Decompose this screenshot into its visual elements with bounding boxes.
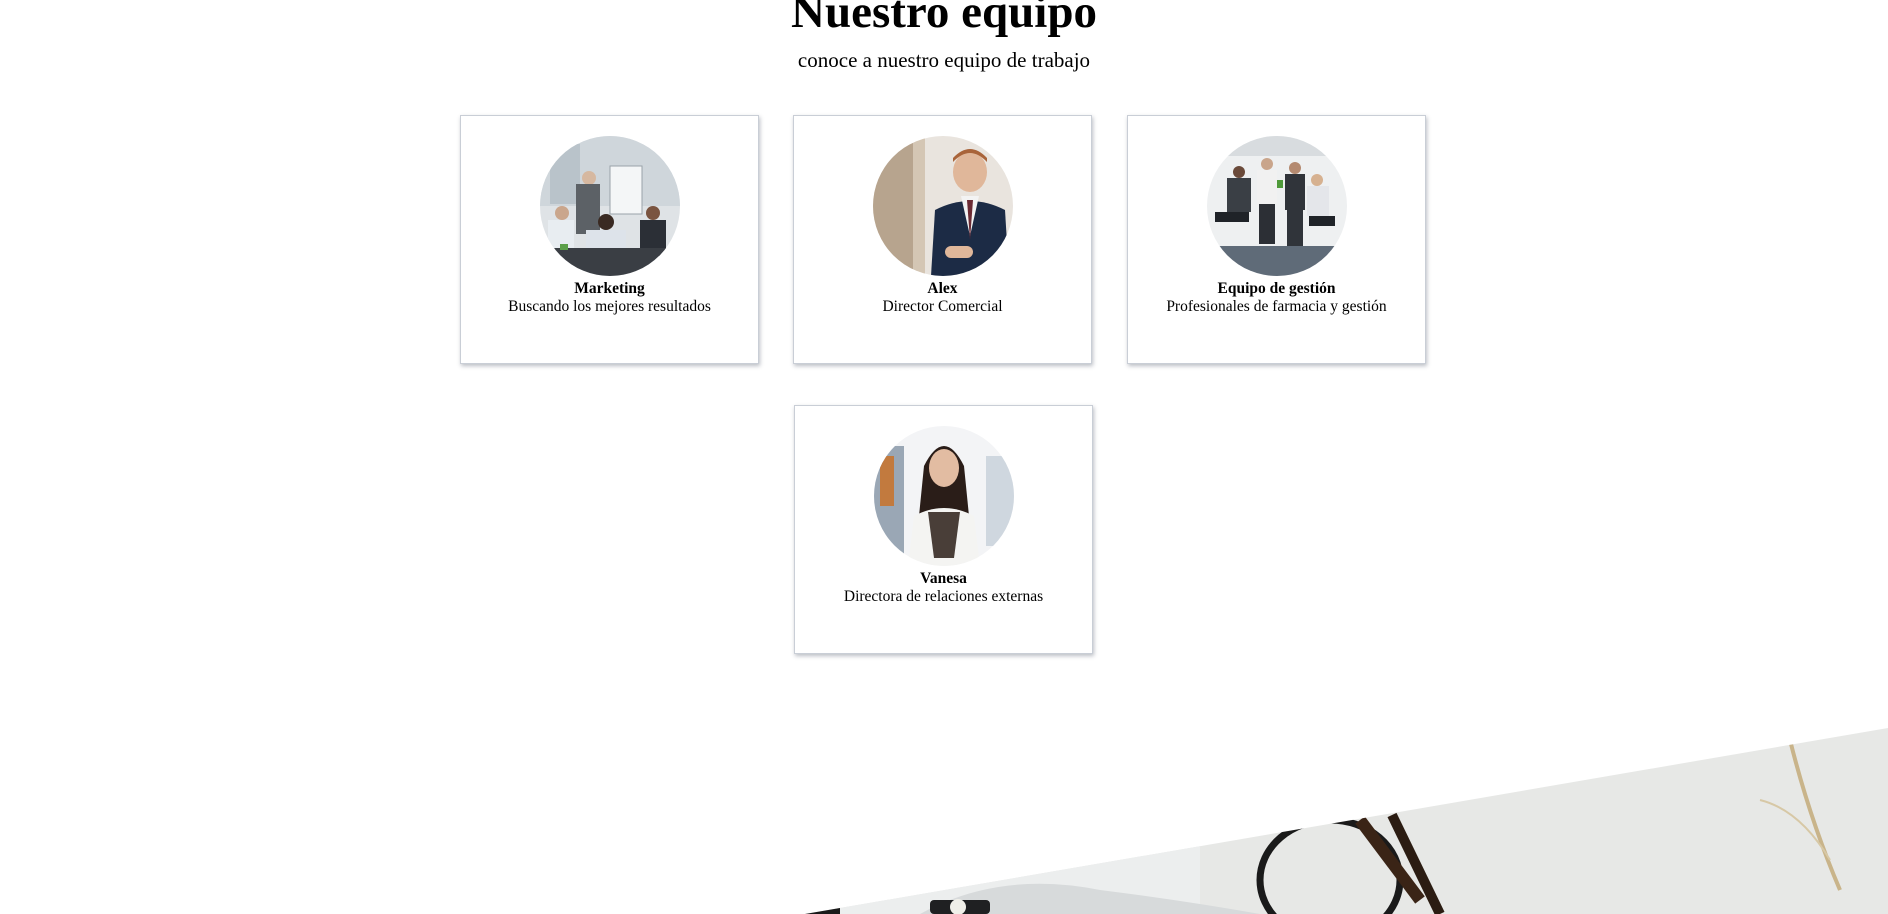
section-subtitle: conoce a nuestro equipo de trabajo xyxy=(797,48,1091,72)
team-card-role: Director Comercial xyxy=(882,298,1003,315)
team-card-role: Directora de relaciones externas xyxy=(843,588,1044,605)
team-section: Nuestro equipo conoce a nuestro equipo d… xyxy=(0,0,1888,914)
team-card-name: Vanesa xyxy=(920,570,967,587)
team-card-name: Equipo de gestión xyxy=(1217,280,1336,297)
team-card-alex: Alex Director Comercial xyxy=(793,115,1092,364)
management-team-photo xyxy=(1206,136,1347,276)
team-card-role: Profesionales de farmacia y gestión xyxy=(1166,298,1387,315)
section-title: Nuestro equipo xyxy=(791,0,1097,38)
team-card-name: Alex xyxy=(927,280,958,297)
team-card-equipo-gestion: Equipo de gestión Profesionales de farma… xyxy=(1127,115,1426,364)
team-card-marketing: Marketing Buscando los mejores resultado… xyxy=(460,115,759,364)
man-in-suit-photo xyxy=(872,136,1013,276)
desk-background-photo xyxy=(805,728,1888,914)
group-presentation-photo xyxy=(539,136,680,276)
team-card-role: Buscando los mejores resultados xyxy=(508,298,711,315)
team-card-name: Marketing xyxy=(574,280,645,297)
woman-portrait-photo xyxy=(873,426,1014,566)
team-card-vanesa: Vanesa Directora de relaciones externas xyxy=(794,405,1093,654)
